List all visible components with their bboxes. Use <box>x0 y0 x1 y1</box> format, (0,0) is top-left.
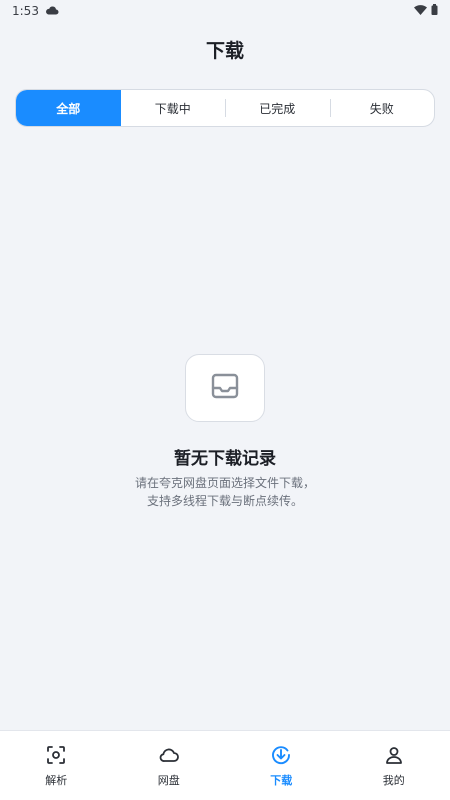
empty-state-description-line-1: 请在夸克网盘页面选择文件下载， <box>134 476 315 490</box>
inbox-icon <box>211 373 239 403</box>
nav-label-profile: 我的 <box>382 773 405 787</box>
scan-icon <box>47 745 66 764</box>
wifi-icon <box>414 4 427 18</box>
status-bar: 1:53 <box>0 0 450 22</box>
empty-state-icon-box <box>185 354 265 422</box>
nav-label-download: 下载 <box>270 773 293 787</box>
cloud-icon <box>45 4 59 18</box>
nav-item-parse[interactable]: 解析 <box>0 731 113 800</box>
user-icon <box>385 746 402 764</box>
nav-label-parse: 解析 <box>45 773 68 787</box>
tab-completed[interactable]: 已完成 <box>225 90 330 126</box>
battery-icon <box>431 4 438 18</box>
empty-state-description: 请在夸克网盘页面选择文件下载， 支持多线程下载与断点续传。 <box>0 474 450 510</box>
empty-state-description-line-2: 支持多线程下载与断点续传。 <box>146 494 303 508</box>
tab-failed[interactable]: 失败 <box>329 90 435 126</box>
empty-state-title: 暂无下载记录 <box>174 449 276 469</box>
status-time: 1:53 <box>12 4 39 18</box>
download-filter-tabs: 全部 下载中 已完成 失败 <box>15 89 435 127</box>
download-icon <box>272 745 291 764</box>
tab-all[interactable]: 全部 <box>16 90 121 126</box>
cloud-icon <box>159 748 179 762</box>
nav-item-download[interactable]: 下载 <box>225 731 338 800</box>
nav-item-cloud-drive[interactable]: 网盘 <box>113 731 226 800</box>
page-title: 下载 <box>205 40 244 62</box>
nav-label-cloud-drive: 网盘 <box>157 773 180 787</box>
nav-item-profile[interactable]: 我的 <box>338 731 450 800</box>
bottom-navigation: 解析 网盘 下载 我的 <box>0 730 450 800</box>
tab-downloading[interactable]: 下载中 <box>121 90 226 126</box>
